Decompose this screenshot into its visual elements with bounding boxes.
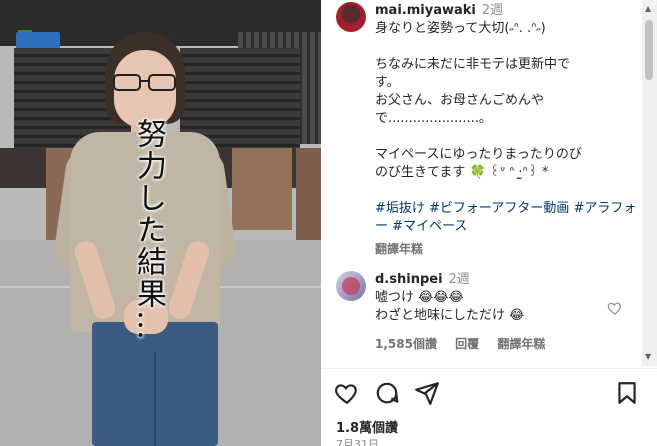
comment-time[interactable]: 2週 (449, 272, 470, 287)
post-date[interactable]: 7月31日 (336, 436, 379, 446)
bookmark-icon[interactable] (614, 380, 640, 406)
translate-caption-link[interactable]: 翻譯年糕 (375, 240, 637, 258)
glasses (112, 74, 178, 92)
caption-line (375, 128, 637, 146)
video-overlay-text: 努力した結果… (131, 118, 166, 342)
caption-line (375, 182, 637, 200)
owner-username[interactable]: mai.miyawaki (375, 3, 476, 18)
post-media[interactable]: 努力した結果… (0, 0, 321, 446)
scrollbar[interactable]: ▲ ▼ (642, 0, 657, 366)
comment-like-heart-icon[interactable] (607, 300, 623, 316)
comment-text-line: 嘘つけ 😂😂😂 (375, 290, 464, 305)
commenter-avatar[interactable] (336, 271, 366, 301)
like-count[interactable]: 1.8萬個讚 (336, 417, 398, 436)
comment-like-count[interactable]: 1,585個讚 (375, 337, 437, 351)
caption-line: ちなみに未だに非モテは更新中で (375, 57, 571, 72)
comment-meta: 1,585個讚 回覆 翻譯年糕 (375, 335, 559, 352)
caption-line (375, 38, 637, 56)
caption-line: マイペースにゆったりまったりのび (375, 147, 582, 162)
comments-scroll-area[interactable]: mai.miyawaki 2週 身なりと姿勢って大切(˶ᐢ. .ᐢ˶) ちなみに未… (321, 0, 642, 366)
comment-icon[interactable] (374, 380, 400, 406)
comment-text-line: わざと地味にしただけ 😂 (375, 308, 525, 323)
caption-line: で......................。 (375, 111, 492, 126)
scrollbar-thumb[interactable] (645, 20, 653, 80)
caption-line: 身なりと姿勢って大切(˶ᐢ. .ᐢ˶) (375, 21, 546, 36)
post-caption: mai.miyawaki 2週 身なりと姿勢って大切(˶ᐢ. .ᐢ˶) ちなみに未… (375, 2, 637, 258)
commenter-username[interactable]: d.shinpei (375, 272, 443, 287)
scroll-up-icon[interactable]: ▲ (645, 4, 651, 13)
hashtags[interactable]: #垢抜け #ビフォーアフター動画 #アラフォー #マイペース (375, 200, 637, 236)
caption-line: お父さん、お母さんごめんや (375, 93, 545, 108)
caption-line: す。 (375, 75, 400, 90)
paper-plane-icon[interactable] (414, 380, 440, 406)
post-detail-panel: mai.miyawaki 2週 身なりと姿勢って大切(˶ᐢ. .ᐢ˶) ちなみに未… (321, 0, 657, 446)
post-actions (321, 380, 657, 410)
heart-icon[interactable] (334, 380, 360, 406)
caption-line: のび生きてます 🍀 ꒰ᐡ ᐢ ·̫ᐢ꒱ * (375, 165, 549, 180)
scroll-down-icon[interactable]: ▼ (645, 352, 651, 361)
translate-comment-link[interactable]: 翻譯年糕 (497, 337, 545, 351)
owner-avatar[interactable] (336, 2, 366, 32)
comment: d.shinpei 2週 嘘つけ 😂😂😂 わざと地味にしただけ 😂 (375, 271, 615, 325)
reply-button[interactable]: 回覆 (455, 337, 479, 351)
divider (321, 368, 657, 369)
post-time[interactable]: 2週 (482, 3, 503, 18)
